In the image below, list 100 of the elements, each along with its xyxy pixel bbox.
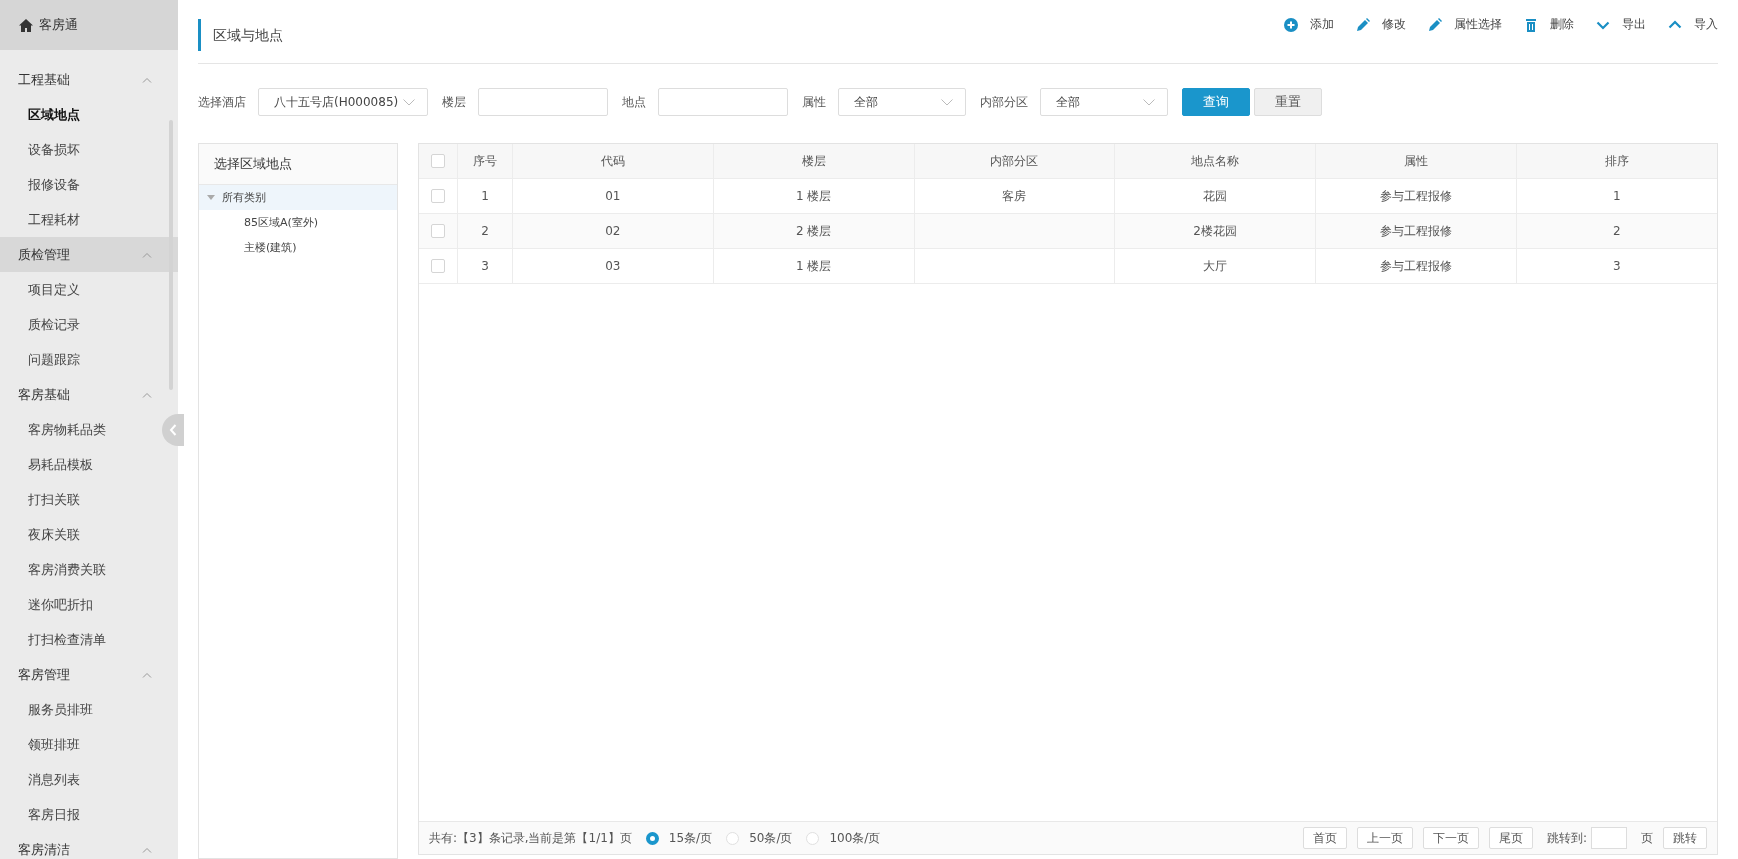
table-cell: 参与工程报修 [1379, 188, 1452, 203]
checkbox[interactable] [431, 154, 445, 169]
table-cell: 花园 [1203, 188, 1228, 203]
page-nav-button[interactable]: 下一页 [1422, 827, 1479, 849]
menu-item[interactable]: 质检记录 [28, 307, 80, 342]
table-cell: 客房 [1002, 188, 1027, 203]
menu-item[interactable]: 打扫关联 [28, 482, 80, 517]
page-nav-button[interactable]: 尾页 [1488, 827, 1533, 849]
menu-item[interactable]: 客房日报 [28, 797, 80, 832]
menu-item[interactable]: 设备损坏 [28, 132, 80, 167]
jump-label: 跳转到: [1546, 829, 1587, 847]
field-label: 选择酒店 [198, 93, 246, 111]
table-cell: 2 [1613, 224, 1621, 238]
menu-item[interactable]: 客房物耗品类 [28, 412, 106, 447]
menu-item[interactable]: 服务员排班 [28, 692, 93, 727]
menu-item[interactable]: 领班排班 [28, 727, 80, 762]
table-cell: 2 [481, 224, 489, 238]
menu-group-header[interactable]: 工程基础 [0, 62, 178, 97]
menu-group-header[interactable]: 客房清洁 [0, 832, 178, 859]
checkbox[interactable] [431, 189, 445, 204]
trash-icon [1524, 17, 1538, 32]
tree-node[interactable]: 主楼(建筑) [199, 235, 397, 260]
menu-item[interactable]: 打扫检查清单 [28, 622, 106, 657]
table-cell: 1 楼层 [795, 258, 832, 273]
table-cell: 03 [605, 259, 621, 273]
tree-node[interactable]: 所有类别 [199, 185, 397, 210]
menu-group-header[interactable]: 质检管理 [0, 237, 178, 272]
page-size-option[interactable]: 50条/页 [726, 829, 793, 847]
menu-group-header[interactable]: 客房管理 [0, 657, 178, 692]
chevron-left-icon [169, 424, 177, 436]
triangle-down-icon [207, 194, 215, 201]
pencil-icon [1428, 17, 1442, 32]
dropdown-field[interactable]: 八十五号店(H000085) [258, 88, 428, 116]
page-size-option[interactable]: 100条/页 [806, 829, 881, 847]
home-icon [19, 18, 33, 32]
menu-item[interactable]: 项目定义 [28, 272, 80, 307]
menu-item[interactable]: 工程耗材 [28, 202, 80, 237]
column-header: 属性 [1315, 144, 1517, 179]
table-cell: 1 楼层 [795, 188, 832, 203]
caret-down-icon [1143, 98, 1155, 106]
menu-item[interactable]: 报修设备 [28, 167, 80, 202]
checkbox[interactable] [431, 224, 445, 239]
column-header: 代码 [512, 144, 714, 179]
column-header: 内部分区 [914, 144, 1115, 179]
caret-down-icon [403, 98, 415, 106]
menu-item[interactable]: 迷你吧折扣 [28, 587, 93, 622]
page-number-field[interactable] [1591, 827, 1627, 849]
page-title: 区域与地点 [198, 18, 283, 51]
caret-down-icon [941, 98, 953, 106]
page-size-option[interactable]: 15条/页 [645, 829, 713, 847]
column-header: 楼层 [713, 144, 914, 179]
caret-up-icon [142, 671, 152, 678]
page-nav-button[interactable]: 上一页 [1356, 827, 1413, 849]
field-label: 地点 [622, 93, 646, 111]
menu-item[interactable]: 问题跟踪 [28, 342, 80, 377]
menu-item[interactable]: 易耗品模板 [28, 447, 93, 482]
plus-circle-icon [1284, 17, 1298, 32]
toolbar-button[interactable]: 导出 [1596, 16, 1646, 33]
toolbar-button[interactable]: 添加 [1284, 16, 1334, 33]
table-cell: 02 [605, 224, 621, 238]
caret-up-icon [142, 391, 152, 398]
column-header: 地点名称 [1114, 144, 1316, 179]
input-field[interactable] [658, 88, 788, 116]
menu-group-header[interactable]: 客房基础 [0, 377, 178, 412]
toolbar-button[interactable]: 修改 [1356, 16, 1406, 33]
jump-button[interactable]: 跳转 [1663, 827, 1707, 849]
toolbar-button[interactable]: 导入 [1668, 16, 1718, 33]
page-nav-button[interactable]: 首页 [1302, 827, 1347, 849]
menu-item[interactable]: 夜床关联 [28, 517, 80, 552]
table-cell: 参与工程报修 [1379, 258, 1452, 273]
checkbox[interactable] [431, 259, 445, 274]
collapse-button[interactable] [162, 414, 184, 446]
record-summary: 共有:【3】条记录,当前是第【1/1】页 [429, 829, 632, 847]
dropdown-field[interactable]: 全部 [838, 88, 966, 116]
table-cell: 1 [481, 189, 489, 203]
reset-button[interactable]: 重置 [1254, 88, 1322, 116]
app-name: 客房通 [39, 16, 78, 34]
tree-node[interactable]: 85区域A(室外) [199, 210, 397, 235]
column-header: 排序 [1516, 144, 1717, 179]
table-cell: 1 [1613, 189, 1621, 203]
field-label: 属性 [802, 93, 826, 111]
caret-up-icon [142, 251, 152, 258]
table-cell: 参与工程报修 [1379, 223, 1452, 238]
toolbar-button[interactable]: 属性选择 [1428, 16, 1502, 33]
page-unit-label: 页 [1641, 829, 1653, 847]
table-cell: 01 [605, 189, 621, 203]
input-field[interactable] [478, 88, 608, 116]
menu-item[interactable]: 区域地点 [28, 97, 80, 132]
dropdown-field[interactable]: 全部 [1040, 88, 1168, 116]
table-cell: 2 楼层 [795, 223, 832, 238]
toolbar-button[interactable]: 删除 [1524, 16, 1574, 33]
table-cell: 3 [1613, 259, 1621, 273]
caret-up-icon [142, 76, 152, 83]
field-label: 楼层 [442, 93, 466, 111]
menu-item[interactable]: 消息列表 [28, 762, 80, 797]
column-header: 序号 [457, 144, 513, 179]
table-cell: 2楼花园 [1193, 223, 1237, 238]
table-cell: 3 [481, 259, 489, 273]
menu-item[interactable]: 客房消费关联 [28, 552, 106, 587]
table-cell: 大厅 [1203, 258, 1228, 273]
